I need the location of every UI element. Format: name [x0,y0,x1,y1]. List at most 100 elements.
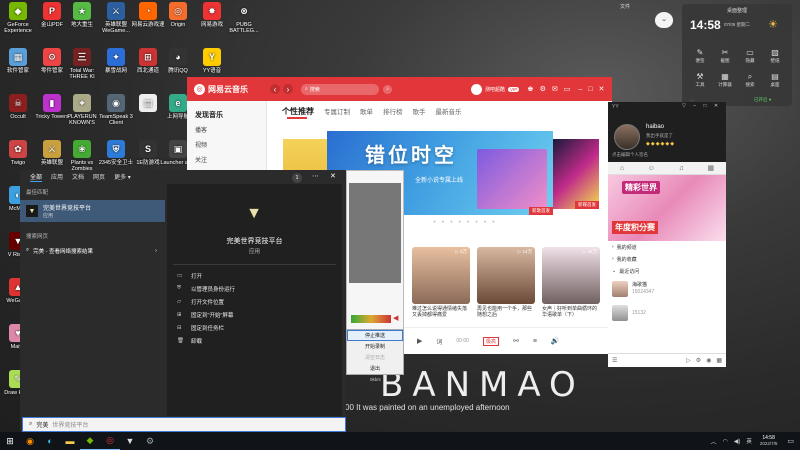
context-menu-item[interactable]: 清空日志 [347,352,403,363]
input-language[interactable]: 英 [746,437,752,445]
nav-back-button[interactable]: ‹ [270,84,280,94]
result-count-badge[interactable]: 1 [292,173,302,183]
chat-tab[interactable]: ⌂ [620,165,624,172]
desktop-shortcut[interactable]: ☠ Occult [0,94,36,120]
app-action-item[interactable]: 🗑 卸载 [167,334,342,347]
minimize-icon[interactable]: – [578,86,582,93]
shirt-icon[interactable]: ♚ [527,85,533,93]
video-icon[interactable]: ▷ [686,357,691,364]
nvidia-icon[interactable]: ◆ [80,432,100,450]
music-tab[interactable]: 歌单 [360,106,373,117]
maximize-icon[interactable]: □ [588,86,592,93]
game-icon[interactable]: ◉ [706,357,711,364]
playlist-card[interactable]: ▷ 14万 再见也能用一个手，那些随想之后 [477,247,535,318]
context-menu-item[interactable]: 退出 [347,363,403,374]
search-filter-tab[interactable]: 更多 ▾ [114,172,131,181]
widget-footer-right[interactable]: 已开启 ● [754,97,771,103]
playlist-card[interactable]: ▷ 3万 难过怎么说得通情绪失落又丢掉都得痛爱 [412,247,470,318]
search-filter-tab[interactable]: 文档 [72,172,84,181]
windows-icon[interactable]: ⊞ [0,432,20,450]
app-action-item[interactable]: ⊞ 固定到"开始"屏幕 [167,308,342,321]
channel-group-header[interactable]: › 我的频道 [608,241,726,253]
widget-tool-button[interactable]: ▦ 计算器 [715,72,735,88]
sidebar-item[interactable]: 视频 [187,137,266,152]
desktop-shortcut[interactable]: ★ 地大重生 [64,2,100,28]
channel-group-header[interactable]: ⌄ 最近访问 [608,265,726,277]
widget-tool-button[interactable]: ✎ 便签 [690,48,710,64]
network-icon[interactable]: ◠ [722,438,727,445]
contact-row[interactable]: 15132 [608,301,726,325]
web-search-item[interactable]: ⌕ 完美 - 查看网络搜索结果 › [20,244,165,257]
playlist-icon[interactable]: ≡ [533,338,537,345]
lyric-button[interactable]: 词 [436,337,442,346]
netease-music-icon[interactable]: ◎ [100,432,120,450]
desktop-shortcut[interactable]: ✸ 网易游戏 [194,2,230,28]
search-filter-tab[interactable]: 全部 [30,172,43,182]
widget-tool-button[interactable]: ⚒ 工具 [690,72,710,88]
sidebar-item[interactable]: 播客 [187,122,266,137]
avatar[interactable] [614,124,640,150]
more-options-icon[interactable]: ⋯ [312,172,319,180]
right-peek-banner[interactable]: 新碟首发 [553,139,599,209]
close-icon[interactable]: ✕ [598,85,604,93]
channel-group-header[interactable]: › 我的收藏 [608,253,726,265]
recorder-volume-icon[interactable]: ◀ [393,314,398,322]
desktop-shortcut[interactable]: Y YY语音 [194,48,230,74]
widget-tool-button[interactable]: ⌕ 搜索 [740,72,760,88]
tray-arrow-icon[interactable]: ︿ [710,437,716,446]
steam-icon[interactable]: ⚙ [140,432,160,450]
mail-icon[interactable]: ✉ [552,85,558,93]
volume-tray-icon[interactable]: ◀) [734,438,741,445]
mascot-icon[interactable]: ᴗ [655,12,673,28]
taskbar-search-input[interactable]: ⌕ 完美 世界竞技平台 [22,417,346,432]
sidebar-item[interactable]: 发现音乐 [187,107,266,122]
music-tab[interactable]: 排行榜 [383,106,403,117]
chat-tab[interactable]: ♫ [679,165,684,172]
app-grid-icon[interactable]: ▦ [716,357,722,364]
chat-ad-banner[interactable]: 精彩世界 年度积分赛 [608,175,726,241]
chat-intro[interactable]: 点击编辑个人签名 [612,152,648,158]
vip-badge[interactable]: VIP [508,86,520,92]
contact-row[interactable]: 海歌猫 15024347 [608,277,726,301]
desktop-shortcut[interactable]: ◕ 腾讯QQ [160,48,196,74]
nav-forward-button[interactable]: › [283,84,293,94]
desktop-shortcut[interactable]: 三 Total War: THREE KI [64,48,100,80]
chat-window-controls[interactable]: ▽ – □ ✕ [682,103,721,109]
desktop-shortcut[interactable]: ⚔ 英雄联盟 WeGame... [98,2,134,34]
music-search-input[interactable]: ⌕ 搜索 [301,83,379,95]
notification-icon[interactable]: ▭ [787,437,794,445]
desktop-shortcut[interactable]: ⛨ 2345安全卫士 [98,140,134,166]
widget-tool-button[interactable]: ✂ 截图 [715,48,735,64]
sidebar-item[interactable]: 关注 [187,152,266,167]
chat-settings-icon[interactable]: ⚙ [696,357,701,364]
app-action-item[interactable]: ▱ 打开文件位置 [167,295,342,308]
desktop-shortcut[interactable]: ◉ TeamSpeak 3 Client [98,94,134,126]
hd-badge[interactable]: 极高 [482,336,499,346]
explorer-icon[interactable]: ▬ [60,432,80,450]
mini-icon[interactable]: ▭ [564,85,571,93]
widget-tool-button[interactable]: ▤ 桌面 [765,72,785,88]
music-tab[interactable]: 个性推荐 [282,106,314,117]
widget-tool-button[interactable]: ▨ 壁纸 [765,48,785,64]
play-icon[interactable]: ▶ [417,337,422,345]
app-action-item[interactable]: ⛨ 以管理员身份运行 [167,282,342,295]
search-filter-tab[interactable]: 应用 [51,172,63,181]
close-search-icon[interactable]: ✕ [330,172,336,180]
search-filter-tab[interactable]: 网页 [93,172,105,181]
desktop-shortcut[interactable]: ⌖ PLAYERUN KNOWN'S [64,94,100,126]
desktop-shortcut[interactable]: ❀ Plants vs Zombies [64,140,100,172]
music-tab[interactable]: 歌手 [413,106,426,117]
desktop-shortcut[interactable]: ◆ GeForce Experience [0,2,36,34]
chat-tab[interactable]: ▦ [707,164,714,172]
best-match-item[interactable]: ▼ 完美世界竞技平台 应用 [20,200,165,222]
menu-icon[interactable]: ☰ [612,357,617,364]
username-label[interactable]: 测吧超酷 [485,86,505,93]
perfect-world-icon[interactable]: ▼ [120,432,140,450]
desktop-shortcut[interactable]: ⊗ PUBG BATTLEG... [226,2,262,34]
desktop-shortcut[interactable]: ✦ 暴雪战网 [98,48,134,74]
music-tab[interactable]: 最新音乐 [436,106,462,117]
effects-icon[interactable]: ⚯ [513,337,519,345]
widget-tool-button[interactable]: ▭ 隐藏 [740,48,760,64]
desktop-shortcut[interactable]: ✿ Twigo [0,140,36,166]
taskbar-clock[interactable]: 14:58 2022/7/5 [760,435,778,447]
